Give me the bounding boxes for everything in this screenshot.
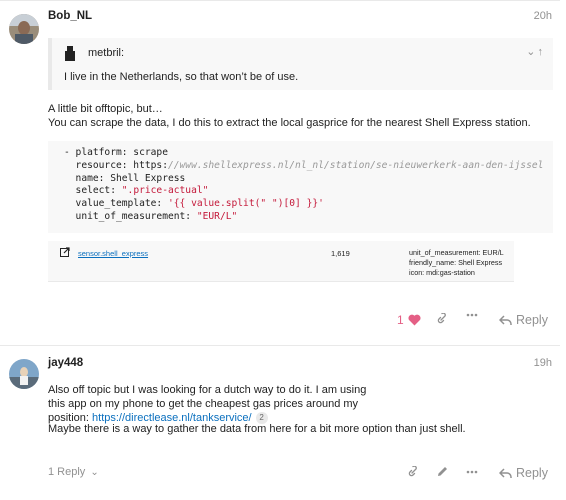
post-actions: Reply	[0, 466, 566, 484]
code-line: name: Shell Express	[64, 172, 186, 184]
more-options-button[interactable]	[466, 470, 478, 474]
edit-button[interactable]	[437, 466, 448, 477]
code-line: unit_of_measurement: "EUR/L"	[64, 210, 238, 222]
post-paragraph: Maybe there is a way to gather the data …	[48, 423, 466, 435]
share-link-button[interactable]	[436, 313, 448, 325]
quote-text: I live in the Netherlands, so that won’t…	[64, 71, 299, 83]
post-timestamp[interactable]: 19h	[534, 357, 552, 369]
more-options-button[interactable]	[466, 313, 478, 317]
quote-expand-controls[interactable]: ⌄↑	[526, 45, 545, 58]
post-username[interactable]: Bob_NL	[48, 10, 92, 22]
pencil-icon	[438, 467, 447, 476]
like-button[interactable]: 1	[397, 313, 421, 327]
reply-label: Reply	[516, 313, 548, 327]
entity-state-card: sensor.shell_express 1,619 unit_of_measu…	[48, 241, 514, 282]
heart-icon	[408, 314, 421, 326]
post-jay448: jay448 19h Also off topic but I was look…	[0, 346, 566, 500]
entity-attribute: friendly_name: Shell Express	[409, 258, 503, 267]
code-line: value_template: '{{ value.split(" ")[0] …	[64, 198, 324, 210]
post-timestamp[interactable]: 20h	[534, 10, 552, 22]
post-paragraph: Also off topic but I was looking for a d…	[48, 384, 367, 425]
post-paragraph: You can scrape the data, I do this to ex…	[48, 117, 531, 129]
ellipsis-icon	[466, 313, 478, 317]
reply-button[interactable]: Reply	[499, 466, 548, 480]
chevron-down-icon[interactable]: ⌄	[526, 46, 537, 58]
reply-button[interactable]: Reply	[499, 313, 548, 327]
avatar[interactable]	[9, 359, 39, 389]
entity-attribute: icon: mdi:gas-station	[409, 268, 475, 277]
code-line: select: ".price-actual"	[64, 185, 209, 197]
ellipsis-icon	[466, 470, 478, 474]
quote-avatar	[64, 46, 76, 61]
post-bob-nl: Bob_NL 20h metbril: ⌄↑ I live in the Net…	[0, 0, 566, 345]
post-paragraph: A little bit offtopic, but…	[48, 103, 163, 115]
post-actions: 1 Reply	[0, 313, 566, 331]
code-line: - platform: scrape	[64, 147, 168, 158]
reply-icon	[499, 314, 512, 325]
like-count: 1	[397, 313, 404, 327]
entity-attribute: unit_of_measurement: EUR/L	[409, 248, 504, 257]
arrow-up-icon[interactable]: ↑	[538, 46, 546, 58]
code-block: - platform: scrape resource: https://www…	[48, 141, 553, 233]
link-icon	[437, 313, 446, 324]
quote-username[interactable]: metbril:	[88, 47, 124, 59]
avatar[interactable]	[9, 14, 39, 44]
quote-block: metbril: ⌄↑ I live in the Netherlands, s…	[48, 38, 553, 90]
reply-icon	[499, 467, 512, 478]
share-link-button[interactable]	[407, 466, 419, 478]
entity-state: 1,619	[331, 249, 350, 258]
code-line: resource: https://www.shellexpress.nl/nl…	[64, 159, 544, 171]
post-username[interactable]: jay448	[48, 357, 83, 369]
external-link-icon	[60, 247, 70, 257]
entity-id-link[interactable]: sensor.shell_express	[78, 249, 148, 258]
link-icon	[408, 466, 417, 477]
entity-attributes: unit_of_measurement: EUR/L friendly_name…	[409, 248, 504, 278]
reply-label: Reply	[516, 466, 548, 480]
